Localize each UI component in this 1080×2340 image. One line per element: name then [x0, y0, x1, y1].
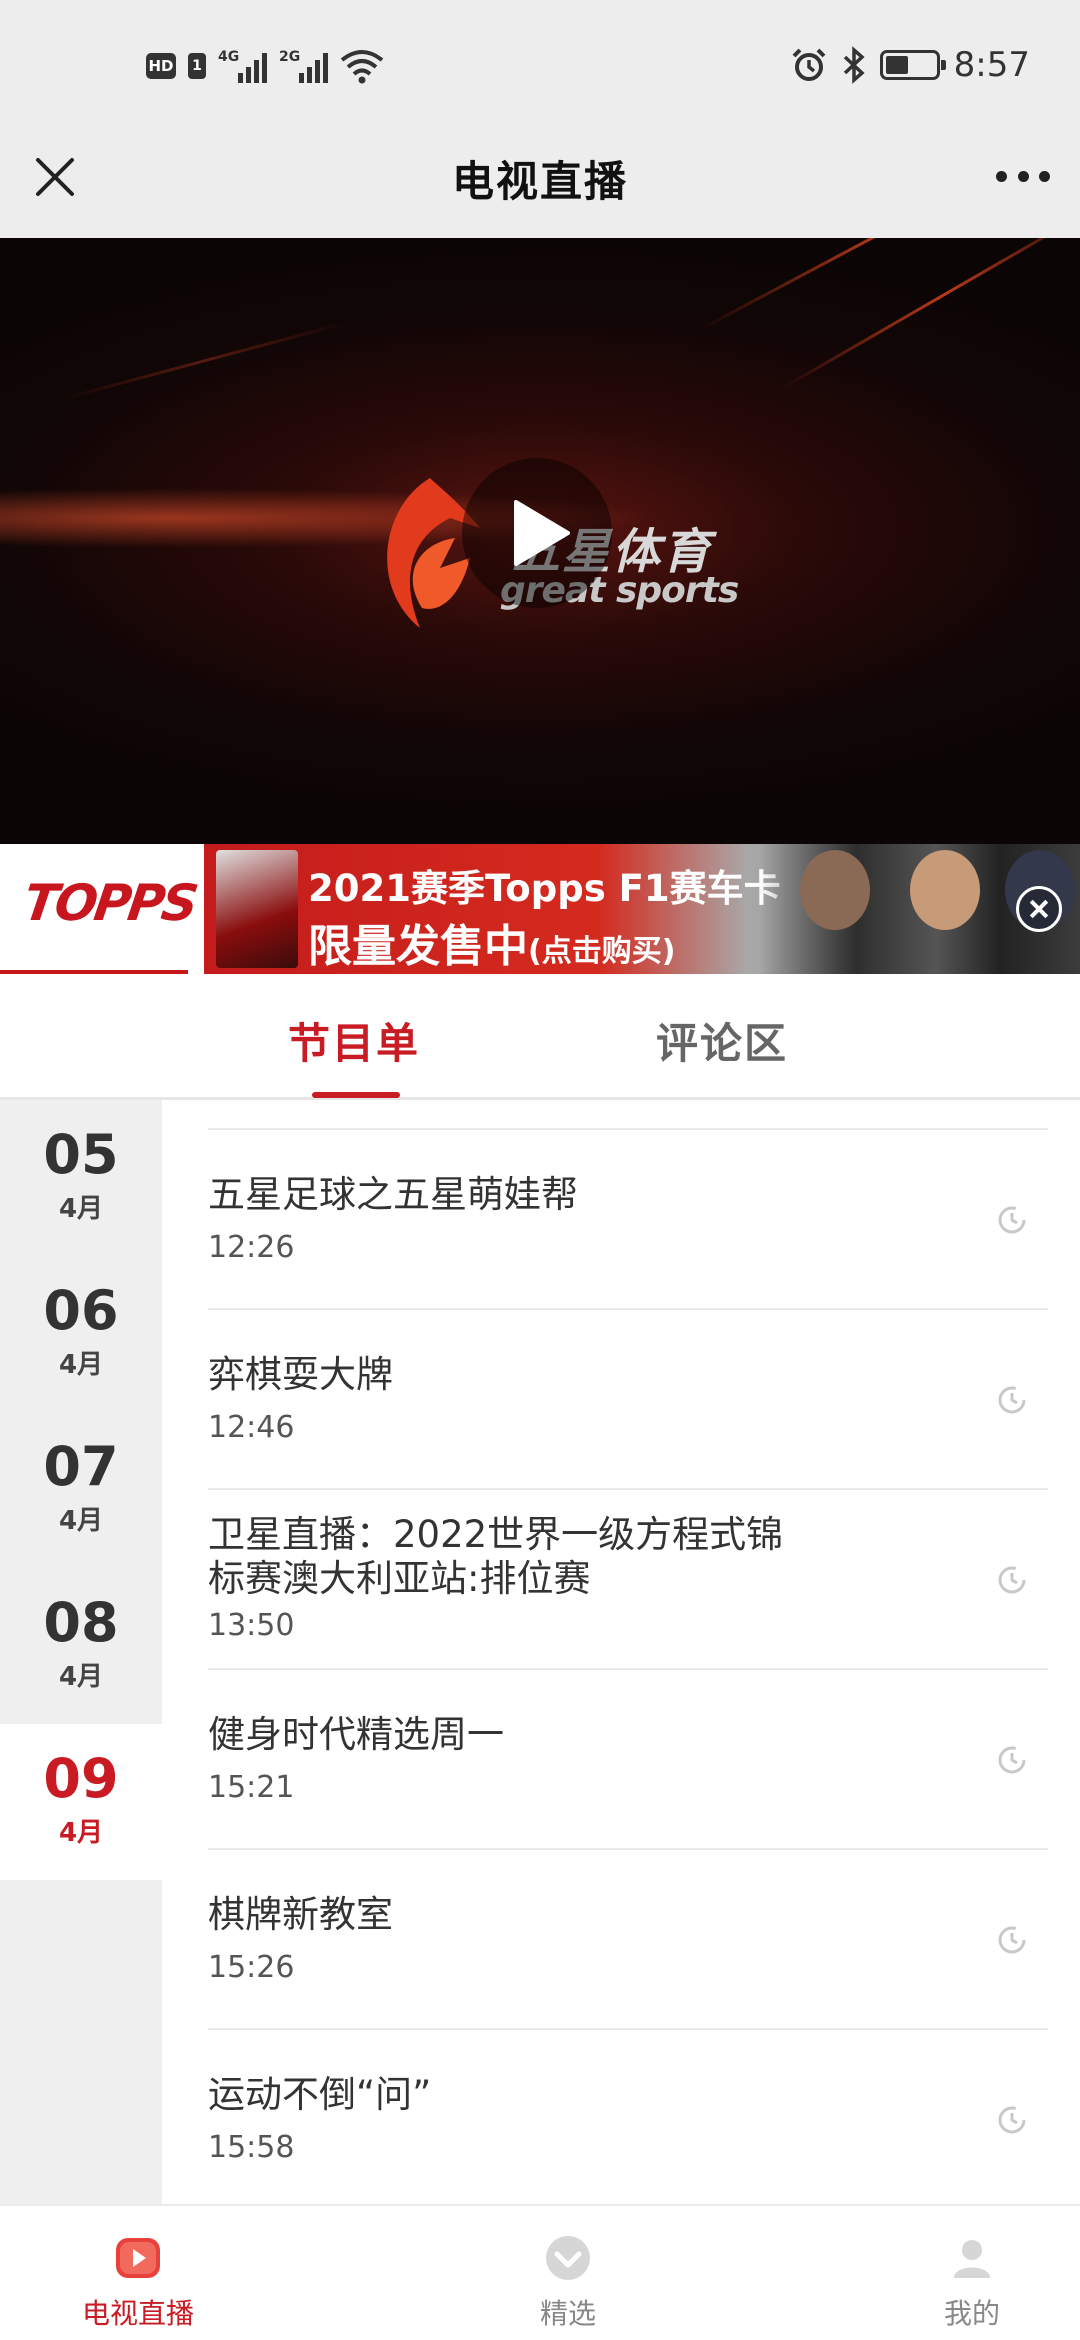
tab-active-indicator [312, 1092, 400, 1098]
program-time: 15:58 [208, 2130, 295, 2165]
page-title: 电视直播 [451, 157, 628, 206]
bottom-nav-label: 电视直播 [81, 2297, 194, 2330]
date-month: 4月 [58, 1194, 104, 1224]
tab-comments[interactable]: 评论区 [656, 1010, 788, 1071]
play-icon [514, 500, 570, 566]
ad-person [910, 850, 980, 930]
bottom-nav-profile[interactable]: 我的 [872, 2206, 1072, 2340]
reminder-clock-icon[interactable] [996, 1744, 1028, 1776]
reminder-clock-icon[interactable] [996, 1564, 1028, 1596]
date-item-05[interactable]: 05 4月 [0, 1100, 162, 1256]
date-rail: 05 4月 06 4月 07 4月 08 4月 09 4月 [0, 1100, 162, 2204]
program-title: 卫星直播：2022世界一级方程式锦 [208, 1513, 784, 1556]
program-time: 12:26 [208, 1230, 295, 1265]
tab-bar: 节目单 评论区 [0, 974, 1080, 1100]
battery-fill [885, 56, 908, 74]
program-title: 健身时代精选周一 [208, 1713, 504, 1756]
nav-bar: 电视直播 [0, 132, 1080, 238]
date-month: 4月 [58, 1818, 104, 1848]
bottom-nav: 电视直播 精选 我的 [0, 2204, 1080, 2340]
ad-cta-text: (点击购买) [528, 934, 676, 969]
signal-2g-icon: 2G [279, 49, 328, 83]
date-month: 4月 [58, 1350, 104, 1380]
ad-subheadline: 限量发售中(点击购买) [308, 910, 675, 974]
program-time: 15:21 [208, 1770, 295, 1805]
date-month: 4月 [58, 1662, 104, 1692]
play-button[interactable] [462, 458, 612, 608]
reminder-clock-icon[interactable] [996, 2104, 1028, 2136]
program-title: 运动不倒“问” [208, 2073, 432, 2116]
program-time: 15:26 [208, 1950, 295, 1985]
date-day: 06 [43, 1279, 119, 1342]
battery-icon [879, 50, 946, 80]
reminder-clock-icon[interactable] [996, 1924, 1028, 1956]
ad-banner[interactable]: TOPPS 2021赛季Topps F1赛车卡 限量发售中(点击购买) [0, 844, 1080, 974]
program-time: 13:50 [208, 1608, 295, 1643]
date-item-06[interactable]: 06 4月 [0, 1256, 162, 1412]
date-day: 07 [43, 1435, 119, 1498]
program-title-line2: 标赛澳大利亚站:排位赛 [208, 1557, 591, 1600]
date-month: 4月 [58, 1506, 104, 1536]
network-type-label: 2G [279, 49, 301, 65]
signal-4g-icon: 4G [218, 49, 267, 83]
program-time: 12:46 [208, 1410, 295, 1445]
ad-headline: 2021赛季Topps F1赛车卡 [308, 867, 781, 910]
alarm-icon [792, 48, 826, 81]
date-day: 05 [43, 1123, 119, 1186]
program-item[interactable]: 健身时代精选周一 15:21 [208, 1670, 1048, 1850]
ad-brand-text: TOPPS [19, 874, 199, 932]
hd-icon: HD [146, 53, 176, 79]
bottom-nav-label: 我的 [943, 2297, 1000, 2330]
ad-brand-logo: TOPPS [0, 844, 199, 974]
program-item[interactable]: 卫星直播：2022世界一级方程式锦 标赛澳大利亚站:排位赛 13:50 [208, 1490, 1048, 1670]
bottom-nav-tv-live[interactable]: 电视直播 [38, 2206, 238, 2340]
program-divider [208, 1100, 1048, 1130]
program-item[interactable]: 运动不倒“问” 15:58 [208, 2030, 1048, 2204]
program-title: 五星足球之五星萌娃帮 [208, 1173, 578, 1216]
date-day: 09 [43, 1747, 119, 1810]
reminder-clock-icon[interactable] [996, 1384, 1028, 1416]
status-bar: HD 1 4G 2G 8:57 [0, 0, 1080, 132]
picks-icon [546, 2236, 590, 2280]
video-player[interactable]: 五星体育 great sports [0, 238, 1080, 844]
status-left: HD 1 4G 2G [146, 46, 384, 86]
program-item[interactable]: 棋牌新教室 15:26 [208, 1850, 1048, 2030]
date-item-08[interactable]: 08 4月 [0, 1568, 162, 1724]
tv-live-icon [116, 2238, 160, 2278]
ad-product-image [216, 850, 298, 968]
clock-time: 8:57 [953, 45, 1030, 85]
close-circle-icon[interactable] [1016, 886, 1062, 932]
bottom-nav-label: 精选 [539, 2297, 596, 2330]
video-light-streak [59, 320, 351, 401]
date-day: 08 [43, 1591, 119, 1654]
reminder-clock-icon[interactable] [996, 1204, 1028, 1236]
program-item[interactable]: 弈棋耍大牌 12:46 [208, 1310, 1048, 1490]
date-item-07[interactable]: 07 4月 [0, 1412, 162, 1568]
ad-content[interactable]: 2021赛季Topps F1赛车卡 限量发售中(点击购买) [204, 844, 1080, 974]
program-title: 弈棋耍大牌 [208, 1353, 393, 1396]
profile-icon [954, 2240, 990, 2278]
ad-subheadline-text: 限量发售中 [308, 921, 528, 972]
more-icon[interactable] [996, 168, 1050, 184]
program-item[interactable]: 五星足球之五星萌娃帮 12:26 [208, 1130, 1048, 1310]
tab-schedule[interactable]: 节目单 [288, 1010, 420, 1071]
network-type-label: 4G [218, 49, 240, 65]
status-right: 8:57 [790, 42, 1030, 88]
sim-icon: 1 [188, 53, 206, 79]
ad-person [800, 850, 870, 930]
program-title: 棋牌新教室 [208, 1893, 393, 1936]
wifi-icon [340, 50, 384, 84]
date-item-09[interactable]: 09 4月 [0, 1724, 162, 1880]
program-list[interactable]: 五星足球之五星萌娃帮 12:26 弈棋耍大牌 12:46 卫星直播：2022世界… [162, 1100, 1080, 2204]
bluetooth-icon [843, 46, 865, 84]
bottom-nav-picks[interactable]: 精选 [468, 2206, 668, 2340]
